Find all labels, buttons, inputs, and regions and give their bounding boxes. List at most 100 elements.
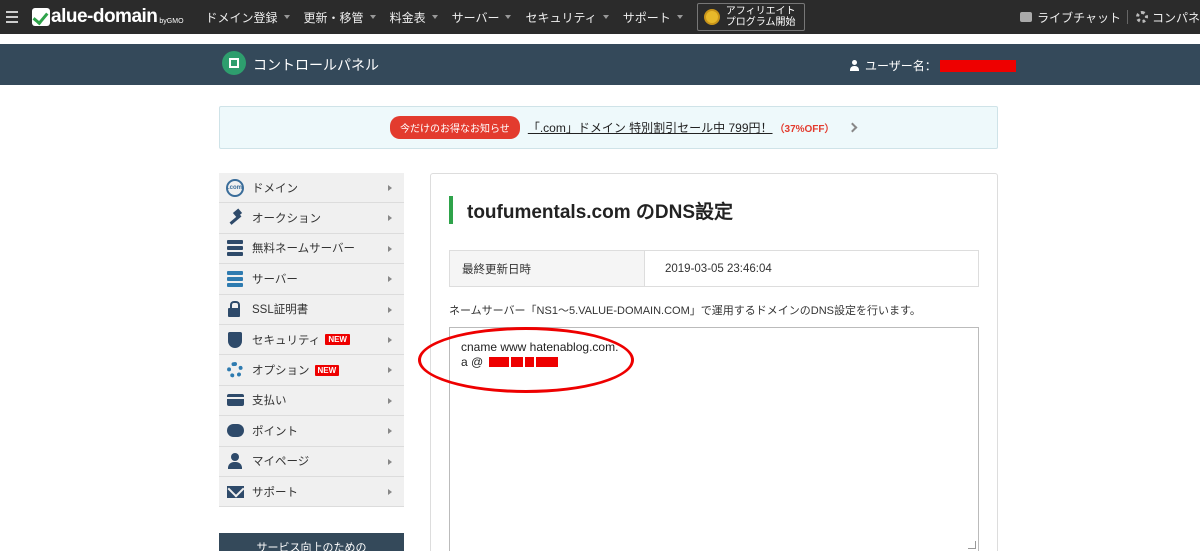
sidebar-item-label: ドメイン — [252, 182, 298, 195]
gears-icon — [225, 361, 245, 379]
arrow-right-icon — [388, 428, 392, 435]
affiliate-line-1: アフィリエイト — [725, 6, 796, 17]
sidebar-item-label: オプション — [252, 365, 310, 378]
ip-redacted — [489, 357, 510, 367]
arrow-right-icon — [388, 336, 392, 343]
discount-label: （37%OFF） — [774, 124, 835, 135]
piggy-bank-icon — [225, 422, 245, 440]
username-label: ユーザー名： — [865, 59, 937, 73]
card-icon — [225, 391, 245, 409]
nav-label: サーバー — [451, 10, 500, 25]
ip-redacted — [525, 357, 535, 367]
promo-link[interactable]: 「.com」ドメイン 特別割引セール中 799円！ — [528, 119, 773, 136]
resize-handle-icon[interactable] — [968, 541, 976, 549]
last-updated-value: 2019-03-05 23:46:04 — [665, 262, 772, 275]
arrow-right-icon — [388, 185, 392, 191]
sidebar-item-payment[interactable]: 支払い — [219, 385, 404, 417]
nav-label: 更新・移管 — [303, 10, 364, 25]
last-updated-label: 最終更新日時 — [450, 251, 645, 286]
caret-down-icon — [431, 15, 438, 19]
com-globe-icon: .com — [225, 178, 245, 197]
sidebar-item-label: サポート — [252, 486, 298, 499]
nav-label: ドメイン登録 — [205, 10, 278, 25]
sidebar-item-label: SSL証明書 — [252, 304, 309, 317]
dns-records-textarea[interactable]: cname www hatenablog.com. a @ — [449, 327, 979, 551]
arrow-right-icon — [388, 397, 392, 404]
control-panel-link[interactable]: コンパネ — [1135, 9, 1200, 26]
nav-server[interactable]: サーバー — [452, 9, 512, 26]
sidebar-item-label: マイページ — [252, 456, 310, 469]
control-panel-label: コンパネ — [1151, 10, 1200, 25]
live-chat-link[interactable]: ライブチャット — [1020, 9, 1121, 26]
server-icon — [225, 239, 245, 257]
affiliate-line-2: プログラム開始 — [725, 17, 796, 28]
person-icon — [225, 452, 245, 470]
logo-text: alue-domain — [51, 6, 158, 27]
main-nav: ドメイン登録 更新・移管 料金表 サーバー セキュリティ サポート アフィリエイ… — [206, 0, 805, 34]
new-badge: NEW — [325, 334, 350, 346]
arrow-right-icon — [388, 367, 392, 374]
sidebar-item-free-nameserver[interactable]: 無料ネームサーバー — [219, 233, 404, 265]
caret-down-icon — [505, 15, 512, 19]
page-title: toufumentals.com のDNS設定 — [449, 196, 733, 224]
hamburger-menu-icon[interactable] — [6, 0, 28, 34]
arrow-right-icon — [388, 245, 392, 252]
hammer-icon — [225, 209, 245, 227]
top-right-links: ライブチャット コンパネ — [1012, 0, 1200, 34]
sidebar-item-mypage[interactable]: マイページ — [219, 446, 404, 477]
new-badge: NEW — [314, 364, 340, 376]
control-panel-icon — [222, 51, 246, 75]
arrow-right-icon — [388, 276, 392, 283]
sidebar-item-auction[interactable]: オークション — [219, 203, 404, 234]
live-chat-label: ライブチャット — [1037, 10, 1121, 25]
dns-settings-panel: toufumentals.com のDNS設定 最終更新日時 2019-03-0… — [430, 173, 998, 551]
checkmark-logo-icon — [32, 8, 50, 26]
mail-icon — [225, 483, 245, 501]
nav-pricing[interactable]: 料金表 — [390, 9, 438, 26]
arrow-right-icon — [388, 488, 392, 495]
arrow-right-icon — [388, 215, 392, 222]
sidebar-item-label: ポイント — [252, 425, 298, 438]
sidebar-item-options[interactable]: オプション NEW — [219, 355, 404, 386]
ip-redacted — [511, 357, 524, 367]
control-panel-header: コントロールパネル ユーザー名： — [0, 44, 1200, 85]
sidebar-item-ssl[interactable]: SSL証明書 — [219, 294, 404, 325]
arrow-right-icon — [388, 306, 392, 313]
nav-domain-register[interactable]: ドメイン登録 — [206, 9, 290, 26]
value-domain-logo[interactable]: alue-domain byGMO — [32, 0, 184, 34]
sidebar-item-points[interactable]: ポイント — [219, 416, 404, 447]
affiliate-label: アフィリエイト プログラム開始 — [726, 6, 796, 28]
sidebar-item-server[interactable]: サーバー — [219, 264, 404, 295]
caret-down-icon — [369, 15, 376, 19]
sidebar-survey-box[interactable]: サービス向上のための — [219, 533, 404, 551]
last-updated-table: 最終更新日時 2019-03-05 23:46:04 — [449, 250, 979, 287]
sidebar-item-label: 無料ネームサーバー — [252, 243, 356, 256]
user-info: ユーザー名： — [849, 57, 1016, 74]
lock-icon — [225, 300, 245, 318]
divider — [1126, 10, 1128, 24]
chevron-right-icon — [847, 122, 857, 133]
sidebar-item-support[interactable]: サポート — [219, 476, 404, 508]
dns-record-line: cname www hatenablog.com. — [461, 340, 619, 354]
sidebar-item-security[interactable]: セキュリティ NEW — [219, 324, 404, 356]
gear-icon — [1135, 11, 1148, 23]
sidebar-item-domain[interactable]: .com ドメイン — [219, 173, 404, 204]
nav-security[interactable]: セキュリティ — [525, 9, 609, 26]
nav-label: セキュリティ — [525, 10, 597, 25]
sidebar-item-label: オークション — [252, 213, 321, 226]
caret-down-icon — [676, 15, 683, 19]
affiliate-program-button[interactable]: アフィリエイト プログラム開始 — [696, 3, 805, 31]
promo-notice-banner[interactable]: 今だけのお得なお知らせ 「.com」ドメイン 特別割引セール中 799円！ （3… — [219, 106, 998, 149]
chat-icon — [1020, 12, 1033, 22]
caret-down-icon — [283, 15, 290, 19]
shield-icon — [225, 331, 245, 349]
nav-renew-transfer[interactable]: 更新・移管 — [304, 9, 376, 26]
sidebar-item-label: セキュリティ — [252, 334, 321, 347]
nav-support[interactable]: サポート — [623, 9, 683, 26]
server-icon — [225, 270, 245, 288]
sidebar-item-label: 支払い — [252, 395, 287, 408]
notice-badge: 今だけのお得なお知らせ — [390, 116, 520, 139]
sidebar-item-label: サーバー — [252, 273, 298, 286]
user-icon — [849, 60, 860, 71]
control-panel-title[interactable]: コントロールパネル — [253, 55, 379, 75]
